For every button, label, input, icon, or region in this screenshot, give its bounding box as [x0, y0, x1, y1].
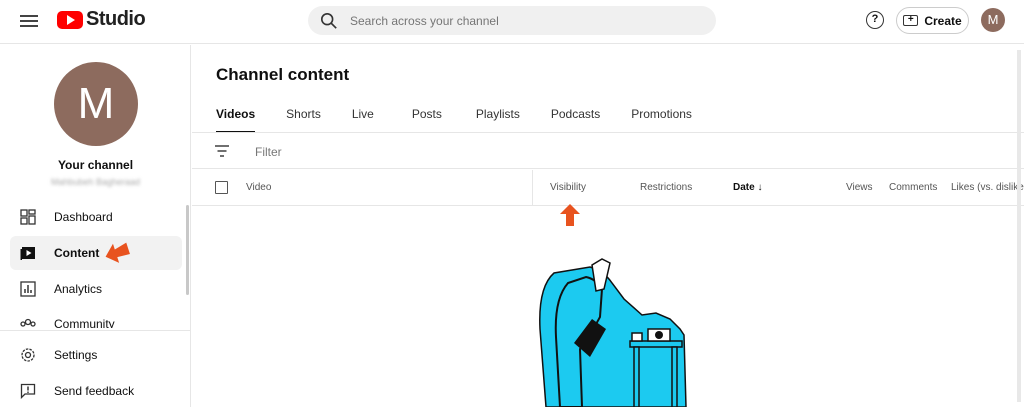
column-comments: Comments — [889, 182, 938, 193]
logo-text: Studio — [86, 8, 146, 30]
column-video: Video — [246, 182, 272, 193]
tab-videos[interactable]: Videos — [216, 107, 256, 133]
annotation-arrow-icon — [105, 242, 130, 263]
create-button[interactable]: + Create — [896, 7, 969, 34]
create-label: Create — [924, 13, 962, 28]
community-icon — [20, 318, 36, 327]
column-visibility: Visibility — [550, 182, 586, 193]
tab-shorts[interactable]: Shorts — [286, 107, 321, 133]
your-channel-label: Your channel — [57, 158, 134, 172]
youtube-studio-logo[interactable]: Studio — [57, 8, 146, 31]
sidebar-item-label: Settings — [54, 348, 98, 362]
search-input[interactable] — [350, 13, 690, 28]
sidebar-item-dashboard[interactable]: Dashboard — [10, 200, 182, 234]
filter-bar[interactable]: Filter — [192, 133, 1024, 169]
column-likes: Likes (vs. dislike — [951, 182, 1024, 193]
channel-handle: Mahbubeh Bagheraad — [50, 177, 141, 187]
sidebar-item-content[interactable]: Content — [10, 236, 182, 270]
arrow-down-icon: ↓ — [757, 182, 763, 193]
main-scrollbar[interactable] — [1017, 50, 1021, 402]
filter-input[interactable]: Filter — [255, 145, 282, 159]
column-divider[interactable] — [532, 170, 533, 206]
column-date-sort[interactable]: Date ↓ — [733, 182, 762, 193]
help-icon[interactable]: ? — [866, 11, 884, 29]
account-avatar[interactable]: M — [981, 8, 1005, 32]
content-tabs: Videos Shorts Live Posts Playlists Podca… — [216, 107, 723, 133]
page-title: Channel content — [216, 65, 350, 84]
sidebar-divider — [0, 330, 191, 331]
menu-icon[interactable] — [20, 12, 38, 30]
dashboard-icon — [20, 209, 36, 225]
sidebar-item-label: Content — [54, 246, 100, 260]
column-views: Views — [846, 182, 873, 193]
top-bar: Studio ? + Create M — [0, 0, 1024, 44]
annotation-arrow-icon — [560, 204, 580, 226]
filter-icon[interactable] — [214, 144, 230, 158]
sidebar-item-send-feedback[interactable]: Send feedback — [10, 374, 182, 408]
tab-live[interactable]: Live — [352, 107, 374, 133]
sidebar-item-label: Community — [54, 317, 115, 328]
empty-state-illustration — [539, 258, 687, 407]
table-header: Video Visibility Restrictions Date ↓ Vie… — [192, 170, 1024, 206]
column-date: Date — [733, 182, 755, 193]
sidebar-scrollbar[interactable] — [186, 205, 189, 295]
main-content: Channel content Videos Shorts Live Posts… — [192, 45, 1024, 407]
content-icon — [20, 247, 35, 260]
column-restrictions: Restrictions — [640, 182, 693, 193]
search-bar[interactable] — [308, 6, 716, 35]
sidebar-item-label: Dashboard — [54, 210, 113, 224]
sidebar-item-label: Analytics — [54, 282, 103, 296]
select-all-checkbox[interactable] — [215, 181, 228, 194]
gear-icon — [21, 348, 35, 362]
tab-podcasts[interactable]: Podcasts — [551, 107, 600, 133]
sidebar-item-label: Send feedback — [54, 384, 135, 398]
analytics-icon — [20, 281, 36, 297]
tab-promotions[interactable]: Promotions — [631, 107, 692, 133]
create-video-icon: + — [903, 15, 919, 26]
search-icon[interactable] — [320, 12, 338, 30]
sidebar-item-community[interactable]: Community — [10, 308, 182, 328]
sidebar-item-analytics[interactable]: Analytics — [10, 272, 182, 306]
tab-posts[interactable]: Posts — [412, 107, 442, 133]
feedback-icon — [20, 383, 36, 399]
sidebar-item-settings[interactable]: Settings — [10, 338, 182, 372]
tab-playlists[interactable]: Playlists — [476, 107, 520, 133]
channel-avatar[interactable]: M — [54, 62, 138, 146]
sidebar: M Your channel Mahbubeh Bagheraad Dashbo… — [0, 45, 191, 407]
youtube-logo-icon — [57, 10, 83, 29]
